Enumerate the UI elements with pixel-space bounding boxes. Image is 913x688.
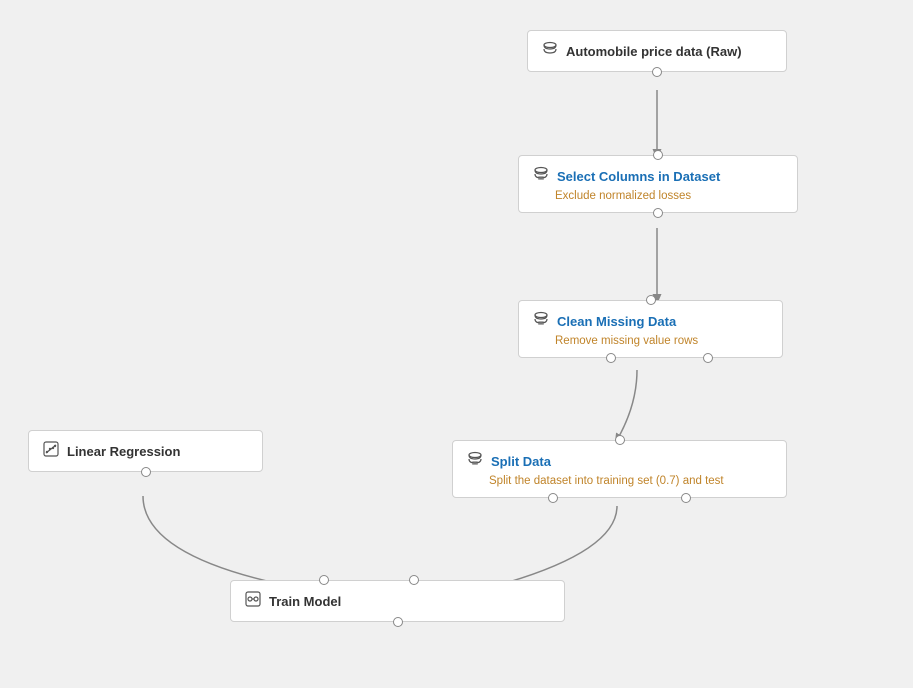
node-split-title: Split Data (491, 454, 551, 469)
node-clean-subtitle: Remove missing value rows (533, 335, 768, 347)
node-automobile-title: Automobile price data (Raw) (566, 44, 742, 59)
node-clean-missing[interactable]: Clean Missing Data Remove missing value … (518, 300, 783, 358)
node-train-model[interactable]: Train Model (230, 580, 565, 622)
port-clean-in[interactable] (646, 295, 656, 305)
port-linear-out[interactable] (141, 467, 151, 477)
split-icon (467, 451, 483, 471)
port-clean-out-left[interactable] (606, 353, 616, 363)
node-select-subtitle: Exclude normalized losses (533, 190, 783, 202)
regression-icon (43, 441, 59, 461)
port-automobile-out[interactable] (652, 67, 662, 77)
port-train-out[interactable] (393, 617, 403, 627)
clean-icon (533, 311, 549, 331)
port-split-out-left[interactable] (548, 493, 558, 503)
node-split-subtitle: Split the dataset into training set (0.7… (467, 475, 772, 487)
pipeline-canvas: Automobile price data (Raw) Select Colum… (0, 0, 913, 688)
port-split-in[interactable] (615, 435, 625, 445)
node-select-title: Select Columns in Dataset (557, 169, 720, 184)
node-linear-regression[interactable]: Linear Regression (28, 430, 263, 472)
database-icon (542, 41, 558, 61)
train-icon (245, 591, 261, 611)
node-automobile[interactable]: Automobile price data (Raw) (527, 30, 787, 72)
node-train-title: Train Model (269, 594, 341, 609)
port-train-in-left[interactable] (319, 575, 329, 585)
port-clean-out-right[interactable] (703, 353, 713, 363)
port-select-out[interactable] (653, 208, 663, 218)
port-train-in-right[interactable] (409, 575, 419, 585)
node-linear-title: Linear Regression (67, 444, 180, 459)
node-split-data[interactable]: Split Data Split the dataset into traini… (452, 440, 787, 498)
port-select-in[interactable] (653, 150, 663, 160)
node-clean-title: Clean Missing Data (557, 314, 676, 329)
port-split-out-right[interactable] (681, 493, 691, 503)
node-select-columns[interactable]: Select Columns in Dataset Exclude normal… (518, 155, 798, 213)
select-icon (533, 166, 549, 186)
